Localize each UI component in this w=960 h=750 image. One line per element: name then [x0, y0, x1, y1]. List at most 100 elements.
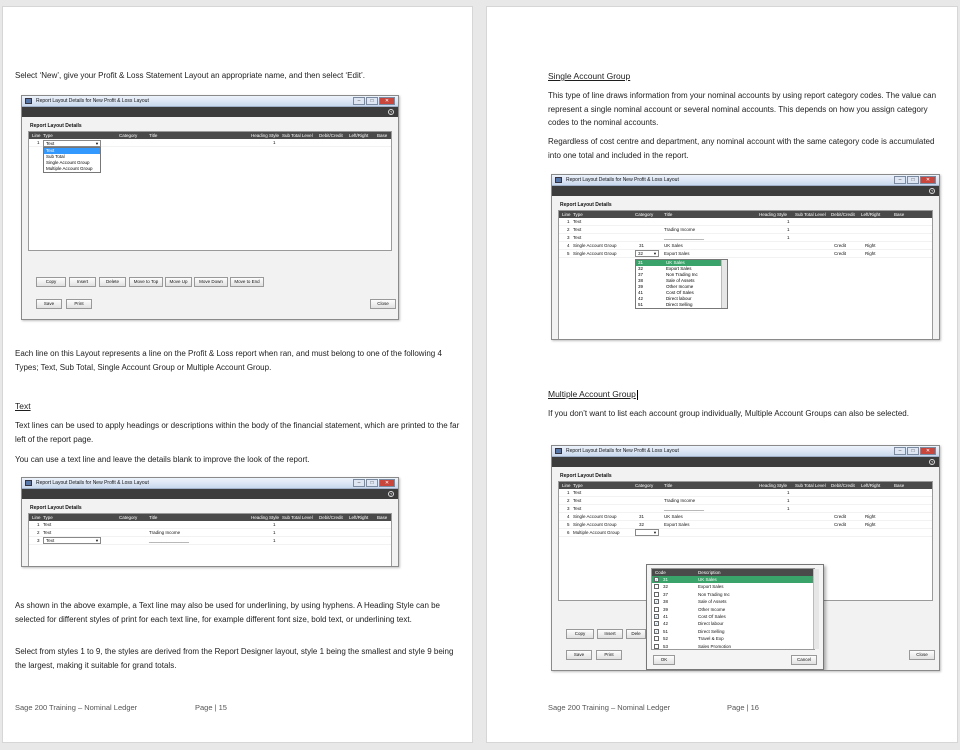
move-up-button[interactable]: Move Up: [165, 277, 192, 287]
checkbox-icon[interactable]: [654, 584, 659, 590]
table-row[interactable]: 4 Single Account Group 31 UK Sales Credit Rig…: [559, 242, 932, 250]
cell-heading-style: 1: [787, 506, 790, 511]
picker-description: UK Sales: [698, 577, 717, 582]
close-window-button[interactable]: ✕: [920, 176, 936, 184]
col-base: Base: [894, 212, 905, 217]
layout-grid[interactable]: Line Type Category Title Heading Style S…: [558, 210, 933, 339]
save-button[interactable]: Save: [566, 650, 592, 660]
layout-grid[interactable]: Line Type Category Title Heading Style S…: [28, 131, 392, 251]
cancel-button[interactable]: Cancel: [791, 655, 817, 665]
table-row[interactable]: 3 Text ________________ 1: [559, 234, 932, 242]
picker-code: 52: [663, 636, 669, 642]
print-button[interactable]: Print: [66, 299, 92, 309]
table-row[interactable]: 2 Text Trading Income 1: [559, 497, 932, 505]
category-combo[interactable]: ▼: [635, 529, 659, 536]
table-row[interactable]: 1 Text 1: [29, 521, 391, 529]
picker-row[interactable]: 52 Travel & Exp: [652, 635, 814, 642]
cell-debit-credit: Credit: [834, 243, 847, 248]
delete-button[interactable]: Dele: [626, 629, 646, 639]
picker-row[interactable]: ✓ 41 Cost Of Sales: [652, 613, 814, 620]
picker-row[interactable]: 53 Sales Promotion: [652, 643, 814, 649]
checkbox-checked-icon[interactable]: ✓: [654, 628, 659, 634]
minimize-button[interactable]: –: [894, 176, 906, 184]
close-window-button[interactable]: ✕: [379, 479, 395, 487]
checkbox-checked-icon[interactable]: ✓: [654, 613, 659, 619]
table-row[interactable]: 2 Text Trading Income 1: [559, 226, 932, 234]
type-combo[interactable]: Text ▼: [43, 537, 101, 544]
cell-line: 3: [37, 538, 40, 543]
dropdown-scrollbar[interactable]: [721, 260, 727, 308]
help-icon[interactable]: ?: [929, 459, 935, 465]
checkbox-icon[interactable]: [654, 636, 659, 642]
insert-button[interactable]: Insert: [597, 629, 623, 639]
checkbox-checked-icon[interactable]: ✓: [654, 621, 659, 627]
picker-col-description: Description: [698, 570, 721, 575]
types-paragraph: Each line on this Layout represents a li…: [15, 349, 442, 372]
close-window-button[interactable]: ✕: [920, 447, 936, 455]
table-row[interactable]: 2 Text Trading Income 1: [29, 529, 391, 537]
copy-button[interactable]: Copy: [36, 277, 66, 287]
ok-button[interactable]: OK: [653, 655, 675, 665]
close-window-button[interactable]: ✕: [379, 97, 395, 105]
table-row[interactable]: 5 Single Account Group 32 ▼ Export Sales Cred…: [559, 250, 932, 258]
picker-row[interactable]: 39 Other Income: [652, 606, 814, 613]
minimize-button[interactable]: –: [353, 479, 365, 487]
minimize-button[interactable]: –: [894, 447, 906, 455]
checkbox-icon[interactable]: [654, 591, 659, 597]
combo-value: 32: [638, 251, 644, 256]
table-row[interactable]: 1 Text 1: [559, 489, 932, 497]
picker-scrollbar[interactable]: [813, 569, 819, 649]
move-down-button[interactable]: Move Down: [194, 277, 228, 287]
checkbox-icon[interactable]: [654, 643, 659, 649]
maximize-button[interactable]: □: [366, 97, 378, 105]
account-group-picker[interactable]: Code Description ✓ 31 UK Sales 32 Export Sal…: [646, 564, 824, 670]
cell-type: Text: [573, 227, 582, 232]
table-row[interactable]: 1 Text 1: [559, 218, 932, 226]
insert-button[interactable]: Insert: [69, 277, 96, 287]
category-combo[interactable]: 32 ▼: [635, 250, 659, 257]
picker-row[interactable]: ✓ 42 Direct labour: [652, 620, 814, 627]
print-button[interactable]: Print: [596, 650, 622, 660]
close-button[interactable]: Close: [909, 650, 935, 660]
checkbox-checked-icon[interactable]: ✓: [654, 599, 659, 605]
type-dropdown-list[interactable]: Text Sub Total Single Account Group Multipl…: [43, 147, 101, 173]
table-row[interactable]: 3 Text ________________ 1: [559, 505, 932, 513]
picker-row[interactable]: 37 Non Trading Inc: [652, 591, 814, 598]
layout-grid[interactable]: Line Type Category Title Heading Style S…: [28, 513, 392, 566]
picker-row[interactable]: ✓ 31 UK Sales: [652, 576, 814, 584]
picker-row[interactable]: 32 Export Sales: [652, 583, 814, 590]
help-icon[interactable]: ?: [388, 491, 394, 497]
help-icon[interactable]: ?: [929, 188, 935, 194]
picker-row[interactable]: ✓ 38 Sale of Assets: [652, 598, 814, 605]
table-row[interactable]: 3 Text ▼ ________________ 1: [29, 537, 391, 545]
maximize-button[interactable]: □: [907, 176, 919, 184]
picker-list[interactable]: Code Description ✓ 31 UK Sales 32 Export Sal…: [651, 568, 815, 650]
cell-type: Text: [43, 522, 52, 527]
cell-title: Trading Income: [149, 530, 181, 535]
move-to-end-button[interactable]: Move to End: [230, 277, 264, 287]
list-item[interactable]: 51 Direct Selling: [636, 302, 727, 308]
copy-button[interactable]: Copy: [566, 629, 594, 639]
checkbox-icon[interactable]: [654, 606, 659, 612]
move-to-top-button[interactable]: Move to Top: [129, 277, 163, 287]
checkbox-checked-icon[interactable]: ✓: [654, 577, 659, 582]
category-dropdown-list[interactable]: 31 UK Sales 32 Export Sales 37 Non Trading In…: [635, 259, 728, 309]
multiple-account-heading-text: Multiple Account Group: [548, 389, 636, 399]
delete-button[interactable]: Delete: [99, 277, 126, 287]
cell-heading-style: 1: [273, 530, 276, 535]
help-icon[interactable]: ?: [388, 109, 394, 115]
maximize-button[interactable]: □: [366, 479, 378, 487]
maximize-button[interactable]: □: [907, 447, 919, 455]
table-row[interactable]: 6 Multiple Account Group ▼: [559, 529, 932, 537]
table-row[interactable]: 5 Single Account Group 32 Export Sales Credi…: [559, 521, 932, 529]
type-combo[interactable]: Text ▼: [43, 140, 101, 147]
list-item[interactable]: Multiple Account Group: [44, 166, 100, 172]
cell-debit-credit: Credit: [834, 522, 847, 527]
picker-row[interactable]: ✓ 51 Direct Selling: [652, 628, 814, 635]
minimize-button[interactable]: –: [353, 97, 365, 105]
table-row[interactable]: 4 Single Account Group 31 UK Sales Credit Rig…: [559, 513, 932, 521]
text-lines-paragraph: Text lines can be used to apply headings…: [15, 421, 460, 444]
close-button[interactable]: Close: [370, 299, 396, 309]
save-button[interactable]: Save: [36, 299, 62, 309]
col-title: Title: [149, 133, 158, 138]
